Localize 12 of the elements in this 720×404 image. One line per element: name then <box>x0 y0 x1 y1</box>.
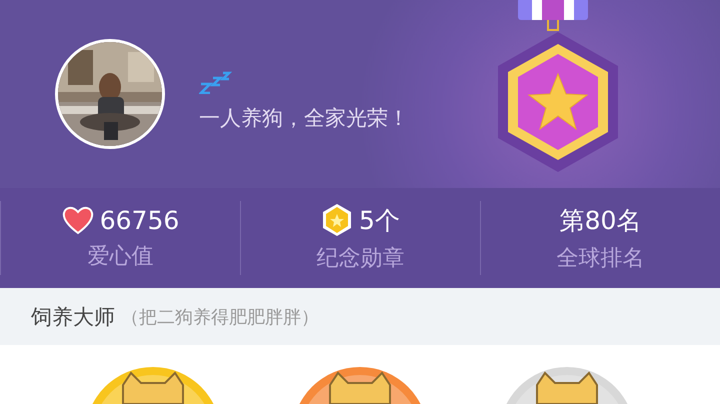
stat-value: 5个 <box>359 204 400 236</box>
sleep-icon <box>199 70 235 94</box>
motto-text: 一人养狗，全家光荣！ <box>199 105 409 132</box>
stat-label: 爱心值 <box>88 243 154 271</box>
stat-value: 66756 <box>100 206 180 234</box>
heart-icon <box>62 205 94 235</box>
medal-icon <box>321 203 354 237</box>
section-title: 饲养大师 <box>31 304 115 330</box>
stat-value: 第80名 <box>560 204 642 236</box>
stat-label: 纪念勋章 <box>316 245 404 273</box>
section-subtitle: （把二狗养得肥肥胖胖） <box>121 306 319 328</box>
stat-label: 全球排名 <box>556 244 644 272</box>
